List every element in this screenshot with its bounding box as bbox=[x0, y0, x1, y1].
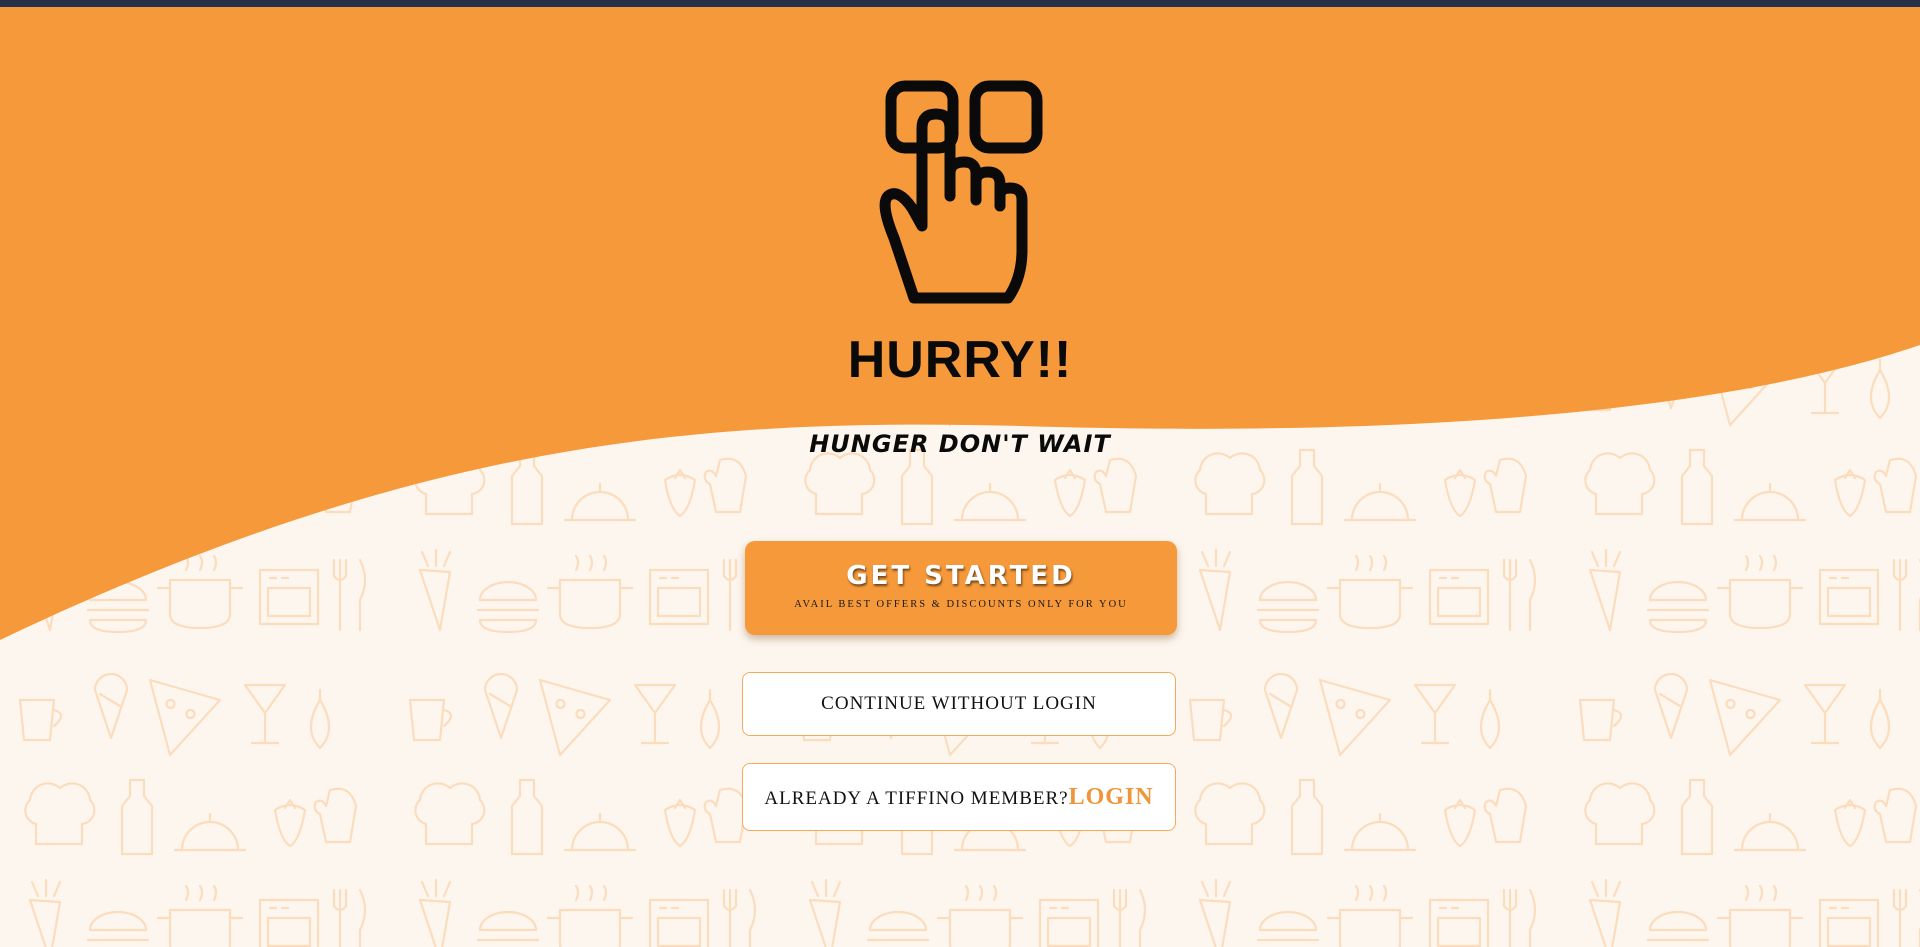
hero-tagline: HUNGER DON'T WAIT bbox=[809, 430, 1111, 458]
get-started-button[interactable]: GET STARTED AVAIL BEST OFFERS & DISCOUNT… bbox=[745, 541, 1177, 635]
landing-page: HURRY!! HUNGER DON'T WAIT GET STARTED AV… bbox=[0, 0, 1920, 947]
main-content: HURRY!! HUNGER DON'T WAIT GET STARTED AV… bbox=[0, 0, 1920, 947]
member-prompt-text: ALREADY A TIFFINO MEMBER? bbox=[764, 788, 1069, 809]
member-login-prompt: ALREADY A TIFFINO MEMBER?LOGIN bbox=[742, 763, 1176, 831]
continue-without-login-button[interactable]: CONTINUE WITHOUT LOGIN bbox=[742, 672, 1176, 736]
browser-top-bar bbox=[0, 0, 1920, 7]
tap-finger-icon bbox=[879, 80, 1043, 304]
login-link[interactable]: LOGIN bbox=[1069, 784, 1154, 810]
get-started-sublabel: AVAIL BEST OFFERS & DISCOUNTS ONLY FOR Y… bbox=[794, 599, 1128, 610]
get-started-label: GET STARTED bbox=[846, 561, 1076, 591]
hero-headline: HURRY!! bbox=[847, 331, 1073, 389]
